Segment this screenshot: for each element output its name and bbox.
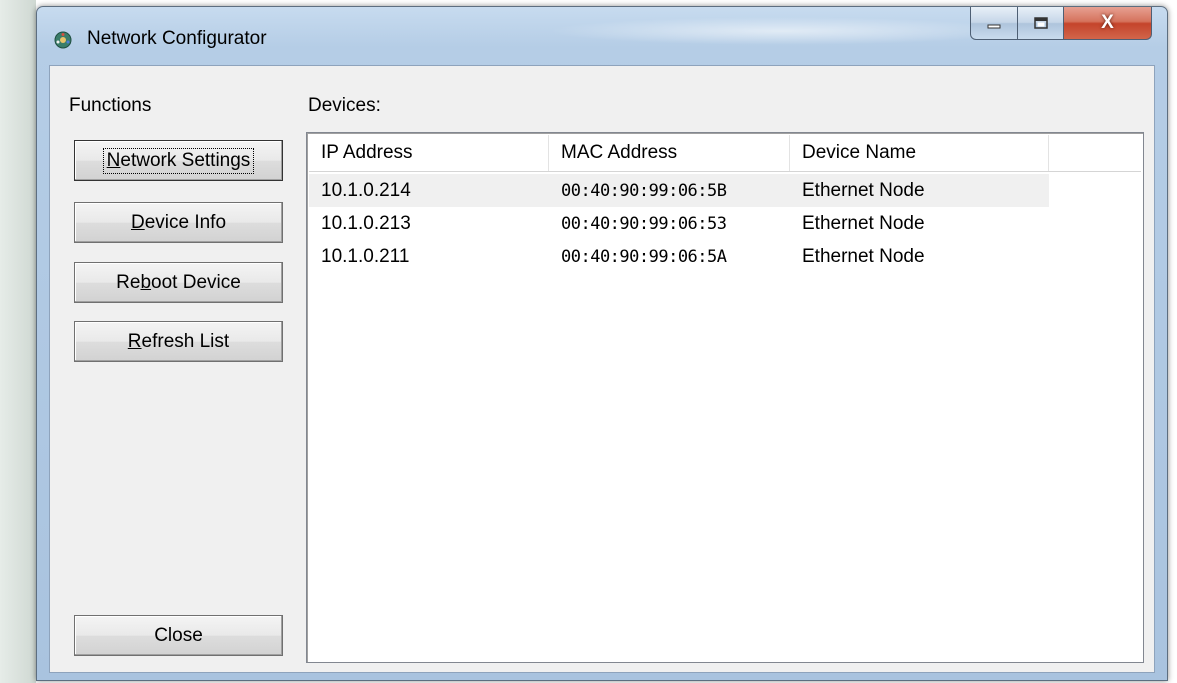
close-button[interactable]: Close — [74, 615, 283, 656]
column-mac-address[interactable]: MAC Address — [549, 135, 790, 171]
network-settings-button[interactable]: Network Settings — [74, 140, 283, 181]
functions-heading: Functions — [69, 95, 152, 116]
refresh-list-label: Refresh List — [127, 330, 230, 352]
device-info-label: Device Info — [130, 211, 227, 233]
mac-cell: 00:40:90:99:06:53 — [561, 213, 727, 234]
table-row[interactable]: 10.1.0.213 00:40:90:99:06:53 Ethernet No… — [309, 207, 1049, 240]
maximize-icon — [1033, 17, 1048, 29]
ip-cell: 10.1.0.213 — [321, 212, 411, 234]
ip-cell: 10.1.0.214 — [321, 179, 411, 201]
refresh-list-button[interactable]: Refresh List — [74, 321, 283, 362]
reboot-device-label: Reboot Device — [116, 271, 241, 293]
device-name-cell: Ethernet Node — [802, 245, 925, 267]
close-icon: X — [1101, 12, 1114, 33]
column-filler[interactable] — [1049, 135, 1141, 171]
device-name-cell: Ethernet Node — [802, 212, 925, 234]
close-window-button[interactable]: X — [1064, 7, 1152, 40]
reboot-device-button[interactable]: Reboot Device — [74, 262, 283, 303]
app-window: Network Configurator X Functions Devices… — [36, 6, 1168, 681]
mac-cell: 00:40:90:99:06:5B — [561, 180, 727, 201]
mac-cell: 00:40:90:99:06:5A — [561, 246, 727, 267]
ip-cell: 10.1.0.211 — [321, 245, 410, 267]
network-settings-label: Network Settings — [102, 147, 255, 174]
title-glow — [547, 17, 1017, 45]
network-globe-icon — [54, 31, 72, 49]
minimize-button[interactable] — [970, 7, 1018, 40]
client-area: Functions Devices: Network Settings Devi… — [49, 65, 1155, 673]
table-row[interactable]: 10.1.0.211 00:40:90:99:06:5A Ethernet No… — [309, 240, 1049, 273]
background-left — [0, 0, 36, 683]
minimize-icon — [987, 24, 1001, 29]
title-bar[interactable]: Network Configurator X — [37, 7, 1167, 65]
maximize-button[interactable] — [1018, 7, 1064, 40]
device-info-button[interactable]: Device Info — [74, 202, 283, 243]
window-title: Network Configurator — [87, 28, 267, 49]
device-name-cell: Ethernet Node — [802, 179, 925, 201]
devices-heading: Devices: — [308, 95, 381, 116]
table-row[interactable]: 10.1.0.214 00:40:90:99:06:5B Ethernet No… — [309, 174, 1049, 207]
column-device-name[interactable]: Device Name — [790, 135, 1049, 171]
caption-buttons: X — [970, 7, 1152, 42]
devices-list[interactable]: IP Address MAC Address Device Name 10.1.… — [306, 132, 1144, 663]
column-ip-address[interactable]: IP Address — [309, 135, 549, 171]
list-header: IP Address MAC Address Device Name — [309, 135, 1141, 172]
